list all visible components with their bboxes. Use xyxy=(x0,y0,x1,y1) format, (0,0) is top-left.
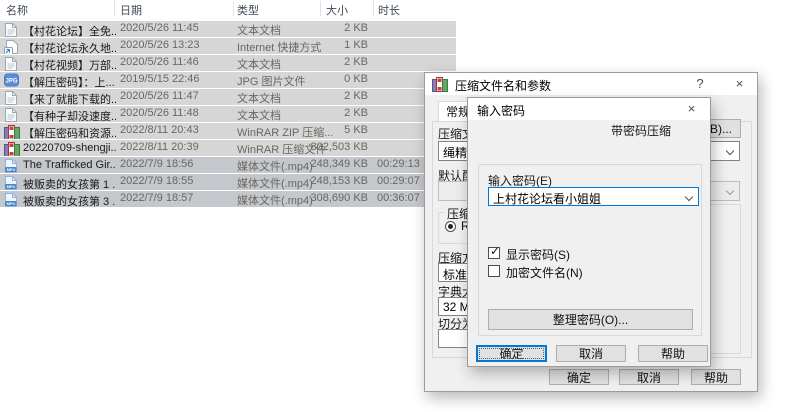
file-row[interactable]: JPG 【解压密码】：上... 2019/5/15 22:46 JPG 图片文件… xyxy=(0,72,456,88)
encrypt-filenames-label: 加密文件名(N) xyxy=(506,264,583,281)
file-size: 2 KB xyxy=(300,90,368,102)
file-size: 5 KB xyxy=(300,124,368,136)
file-size: 248,349 KB xyxy=(300,158,368,170)
file-date: 2022/8/11 20:43 xyxy=(120,124,232,136)
close-icon[interactable]: × xyxy=(673,98,710,119)
file-name: 【村花视频】万部... xyxy=(23,57,116,71)
chevron-down-icon[interactable] xyxy=(726,147,734,155)
file-date: 2022/8/11 20:39 xyxy=(120,141,232,153)
column-header-date[interactable]: 日期 xyxy=(120,2,142,18)
password-combobox[interactable]: 上村花论坛看小姐姐 xyxy=(488,187,699,206)
file-row[interactable]: 20220709-shengji... 2022/8/11 20:39 WinR… xyxy=(0,140,456,156)
file-row[interactable]: MP4 被贩卖的女孩第 3 ... 2022/7/9 18:57 媒体文件(.m… xyxy=(0,191,456,207)
file-size: 248,153 KB xyxy=(300,175,368,187)
file-date: 2022/7/9 18:57 xyxy=(120,192,232,204)
file-name: 【村花论坛】全免... xyxy=(23,23,116,37)
password-dialog-title: 输入密码 xyxy=(477,102,525,119)
password-context-text: 带密码压缩 xyxy=(611,122,671,139)
file-size: 1 KB xyxy=(300,39,368,51)
compression-method-value: 标准 xyxy=(443,266,467,283)
file-size: 0 KB xyxy=(300,73,368,85)
dialog-help-button[interactable]: ? xyxy=(683,73,717,94)
file-size: 2 KB xyxy=(300,107,368,119)
chevron-down-icon xyxy=(726,187,734,195)
file-name: 【有种子却没速度... xyxy=(23,108,116,122)
column-separator[interactable] xyxy=(320,1,321,16)
file-row[interactable]: MP4 The Trafficked Gir... 2022/7/9 18:56… xyxy=(0,157,456,173)
text-file-icon xyxy=(4,90,20,105)
svg-text:MP4: MP4 xyxy=(7,201,16,206)
winrar-icon xyxy=(4,124,20,139)
column-header-duration[interactable]: 时长 xyxy=(378,2,400,18)
file-list-header: 名称 日期 类型 大小 时长 xyxy=(0,0,456,17)
chevron-down-icon[interactable] xyxy=(685,193,693,201)
file-name: 【解压密码】：上... xyxy=(23,74,115,88)
column-header-name[interactable]: 名称 xyxy=(6,2,28,18)
file-date: 2020/5/26 11:48 xyxy=(120,107,232,119)
mp4-file-icon: MP4 xyxy=(4,175,20,190)
svg-text:MP4: MP4 xyxy=(7,184,16,189)
column-separator[interactable] xyxy=(233,1,234,16)
file-list-body: 【村花论坛】全免... 2020/5/26 11:45 文本文档 2 KB 【村… xyxy=(0,21,456,208)
file-date: 2022/7/9 18:55 xyxy=(120,175,232,187)
column-header-type[interactable]: 类型 xyxy=(237,2,259,18)
desktop-screenshot: 名称 日期 类型 大小 时长 【村花论坛】全免... 2020/5/26 11:… xyxy=(0,0,799,412)
file-name: 【来了就能下载的... xyxy=(23,91,116,105)
winrar-icon xyxy=(4,141,20,156)
file-name: 被贩卖的女孩第 3 ... xyxy=(23,193,116,207)
file-row[interactable]: 【村花论坛】全免... 2020/5/26 11:45 文本文档 2 KB xyxy=(0,21,456,37)
file-date: 2020/5/26 11:46 xyxy=(120,56,232,68)
file-size: 308,690 KB xyxy=(300,192,368,204)
file-date: 2022/7/9 18:56 xyxy=(120,158,232,170)
file-date: 2019/5/15 22:46 xyxy=(120,73,232,85)
archive-ok-button[interactable]: 确定 xyxy=(549,369,609,385)
file-row[interactable]: 【村花视频】万部... 2020/5/26 11:46 文本文档 2 KB xyxy=(0,55,456,71)
archive-help-button[interactable]: 帮助 xyxy=(691,369,741,385)
password-dialog-titlebar[interactable]: 输入密码 × xyxy=(468,98,710,120)
file-size: 2 KB xyxy=(300,56,368,68)
file-row[interactable]: 【有种子却没速度... 2020/5/26 11:48 文本文档 2 KB xyxy=(0,106,456,122)
text-file-icon xyxy=(4,56,20,71)
file-row[interactable]: MP4 被贩卖的女孩第 1 ... 2022/7/9 18:55 媒体文件(.m… xyxy=(0,174,456,190)
archive-cancel-button[interactable]: 取消 xyxy=(619,369,679,385)
file-name: 【村花论坛永久地... xyxy=(23,40,116,54)
radio-on-icon xyxy=(445,221,456,232)
archive-dialog-titlebar[interactable]: 压缩文件名和参数 ? × xyxy=(425,73,757,95)
file-name: The Trafficked Gir... xyxy=(23,159,116,171)
checkbox-icon: ✓ xyxy=(488,247,500,259)
file-row[interactable]: 【解压密码和资源... 2022/8/11 20:43 WinRAR ZIP 压… xyxy=(0,123,456,139)
checkbox-icon: ✓ xyxy=(488,265,500,277)
archive-dialog-title: 压缩文件名和参数 xyxy=(455,77,551,94)
internet-shortcut-icon xyxy=(4,39,20,54)
file-date: 2020/5/26 11:45 xyxy=(120,22,232,34)
password-ok-button[interactable]: 确定 xyxy=(476,345,547,362)
column-header-size[interactable]: 大小 xyxy=(326,2,348,18)
file-row[interactable]: 【村花论坛永久地... 2020/5/26 13:23 Internet 快捷方… xyxy=(0,38,456,54)
mp4-file-icon: MP4 xyxy=(4,192,20,207)
close-icon[interactable]: × xyxy=(721,73,758,94)
file-name: 20220709-shengji... xyxy=(23,142,116,154)
password-help-button[interactable]: 帮助 xyxy=(638,345,708,362)
jpg-file-icon: JPG xyxy=(4,73,20,88)
text-file-icon xyxy=(4,107,20,122)
file-size: 2 KB xyxy=(300,22,368,34)
file-name: 被贩卖的女孩第 1 ... xyxy=(23,176,116,190)
winrar-icon xyxy=(432,76,448,92)
file-date: 2020/5/26 11:47 xyxy=(120,90,232,102)
file-row[interactable]: 【来了就能下载的... 2020/5/26 11:47 文本文档 2 KB xyxy=(0,89,456,105)
file-date: 2020/5/26 13:23 xyxy=(120,39,232,51)
svg-text:MP4: MP4 xyxy=(7,167,16,172)
file-name: 【解压密码和资源... xyxy=(23,125,116,139)
mp4-file-icon: MP4 xyxy=(4,158,20,173)
password-dialog: 输入密码 × 带密码压缩 输入密码(E) 上村花论坛看小姐姐 ✓ 显示密码(S)… xyxy=(467,97,711,367)
column-separator[interactable] xyxy=(373,1,374,16)
svg-text:JPG: JPG xyxy=(5,79,17,85)
text-file-icon xyxy=(4,22,20,37)
password-value: 上村花论坛看小姐姐 xyxy=(493,190,601,207)
column-separator[interactable] xyxy=(114,1,115,16)
password-cancel-button[interactable]: 取消 xyxy=(556,345,626,362)
show-password-label: 显示密码(S) xyxy=(506,246,570,263)
file-size: 802,503 KB xyxy=(300,141,368,153)
organize-passwords-button[interactable]: 整理密码(O)... xyxy=(488,309,693,330)
